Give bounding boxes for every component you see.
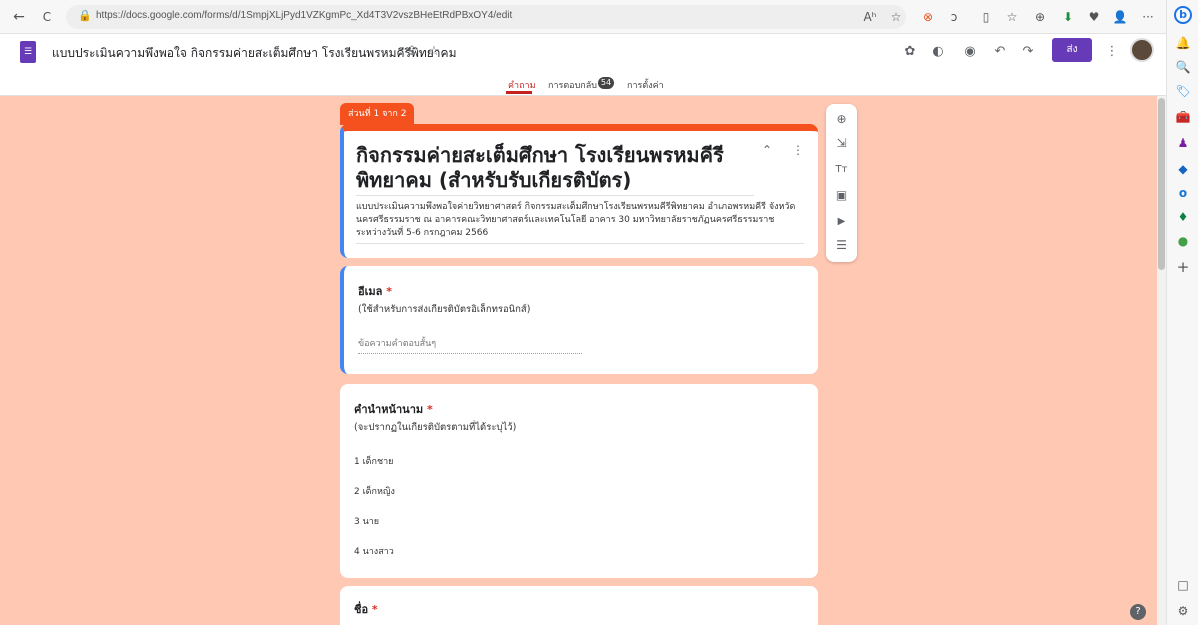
add-question-icon[interactable]: ⊕ [832, 110, 851, 129]
redo-icon[interactable]: ↷ [1018, 42, 1038, 62]
star-icon[interactable]: ☆ [424, 42, 444, 62]
option-item[interactable]: 2 เด็กหญิง [354, 484, 395, 498]
title-underline [356, 195, 754, 196]
required-marker: * [371, 603, 378, 616]
drop-icon[interactable]: ♦ [1174, 208, 1192, 226]
description-underline [356, 243, 804, 244]
addons-icon[interactable]: ✿ [900, 42, 920, 62]
tab-settings[interactable]: การตั้งค่า [627, 78, 664, 92]
add-image-icon[interactable]: ▣ [832, 186, 851, 205]
read-aloud-icon[interactable]: Aʰ [862, 9, 878, 25]
shopping-icon[interactable]: 🏷 [1174, 82, 1192, 100]
refresh-icon[interactable]: C [38, 8, 56, 26]
question-title: คำนำหน้านาม * [354, 400, 433, 418]
option-item[interactable]: 3 นาย [354, 514, 379, 528]
scrollbar[interactable] [1157, 96, 1166, 625]
forms-logo-icon[interactable]: ☰ [20, 41, 36, 63]
collapse-icon[interactable]: ⌃ [762, 143, 772, 157]
question-card-first-name[interactable]: ชื่อ * [340, 586, 818, 625]
more-options-icon[interactable]: ⋮ [1102, 42, 1122, 62]
heart-icon[interactable]: ♥ [1086, 9, 1102, 25]
question-title: อีเมล * [358, 282, 392, 300]
tools-icon[interactable]: 🧰 [1174, 108, 1192, 126]
games-icon[interactable]: ♟ [1174, 134, 1192, 152]
tab-questions[interactable]: คำถาม [508, 78, 536, 92]
section-more-icon[interactable]: ⋮ [792, 143, 804, 157]
outlook-icon[interactable]: o [1174, 184, 1192, 202]
question-card-email[interactable]: อีเมล * (ใช้สำหรับการส่งเกียรติบัตรอิเล็… [340, 266, 818, 374]
hide-sidebar-icon[interactable]: □ [1174, 576, 1192, 594]
favorite-star-icon[interactable]: ☆ [888, 9, 904, 25]
scrollbar-thumb[interactable] [1158, 98, 1165, 270]
form-canvas: ส่วนที่ 1 จาก 2 กิจกรรมค่ายสะเต็มศึกษา โ… [0, 96, 1157, 625]
profile-icon[interactable]: 👤 [1112, 9, 1128, 25]
edge-sidebar: b 🔔 🔍 🏷 🧰 ♟ ◆ o ♦ ● + □ ⚙ [1166, 0, 1198, 625]
avatar[interactable] [1130, 38, 1154, 62]
add-section-icon[interactable]: ☰ [832, 236, 851, 255]
option-item[interactable]: 4 นางสาว [354, 544, 394, 558]
question-help-text: (ใช้สำหรับการส่งเกียรติบัตรอิเล็กทรอนิกส… [358, 304, 531, 315]
move-to-folder-icon[interactable]: ⇪ [402, 42, 422, 62]
section-label: ส่วนที่ 1 จาก 2 [340, 103, 414, 125]
preview-icon[interactable]: ◉ [960, 42, 980, 62]
question-card-title-prefix[interactable]: คำนำหน้านาม * (จะปรากฏในเกียรติบัตรตามที… [340, 384, 818, 578]
add-title-icon[interactable]: Tт [832, 160, 851, 179]
address-bar[interactable]: 🔒 https://docs.google.com/forms/d/1SmpjX… [66, 5, 906, 29]
import-questions-icon[interactable]: ⇲ [832, 134, 851, 153]
downloads-icon[interactable]: ⬇ [1060, 9, 1076, 25]
tab-responses[interactable]: การตอบกลับ [548, 78, 597, 92]
active-tab-indicator [506, 91, 532, 94]
question-help-text: (จะปรากฏในเกียรติบัตรตามที่ได้ระบุไว้) [354, 422, 517, 433]
undo-icon[interactable]: ↶ [990, 42, 1010, 62]
notifications-icon[interactable]: 🔔 [1174, 34, 1192, 52]
settings-icon[interactable]: ⚙ [1174, 602, 1192, 620]
short-answer-field[interactable]: ข้อความคำตอบสั้นๆ [358, 336, 582, 354]
required-marker: * [386, 285, 392, 298]
search-icon[interactable]: 🔍 [1174, 58, 1192, 76]
document-title[interactable]: แบบประเมินความพึงพอใจ กิจกรรมค่ายสะเต็มศ… [52, 44, 456, 63]
bing-chat-icon[interactable]: b [1174, 6, 1192, 24]
split-screen-icon[interactable]: ▯ [978, 9, 994, 25]
floating-toolbar: ⊕ ⇲ Tт ▣ ▶ ☰ [826, 104, 857, 262]
extension-icon[interactable]: ⊗ [920, 9, 936, 25]
form-title[interactable]: กิจกรรมค่ายสะเต็มศึกษา โรงเรียนพรหมคีรีพ… [356, 143, 746, 193]
option-item[interactable]: 1 เด็กชาย [354, 454, 393, 468]
required-marker: * [426, 403, 433, 416]
form-title-card[interactable]: กิจกรรมค่ายสะเต็มศึกษา โรงเรียนพรหมคีรีพ… [340, 124, 818, 258]
question-title-text: อีเมล [358, 285, 383, 298]
lock-icon: 🔒 [78, 9, 92, 22]
question-title-text: คำนำหน้านาม [354, 403, 424, 416]
favorites-icon[interactable]: ☆ [1004, 9, 1020, 25]
collections-icon[interactable]: ⊕ [1032, 9, 1048, 25]
responses-count-badge: 54 [598, 77, 614, 89]
forms-header: ☰ แบบประเมินความพึงพอใจ กิจกรรมค่ายสะเต็… [0, 34, 1166, 96]
more-icon[interactable]: ··· [1140, 9, 1156, 25]
form-description[interactable]: แบบประเมินความพึงพอใจค่ายวิทยาศาสตร์ กิจ… [356, 201, 796, 240]
add-video-icon[interactable]: ▶ [832, 212, 851, 231]
spotify-icon[interactable]: ● [1174, 232, 1192, 250]
customize-theme-icon[interactable]: ◐ [928, 42, 948, 62]
help-icon[interactable]: ? [1130, 604, 1146, 620]
microsoft-365-icon[interactable]: ◆ [1174, 160, 1192, 178]
send-button[interactable]: ส่ง [1052, 38, 1092, 62]
add-icon[interactable]: + [1174, 258, 1192, 276]
extension-2-icon[interactable]: ↄ [946, 9, 962, 25]
url-text[interactable]: https://docs.google.com/forms/d/1SmpjXLj… [96, 10, 512, 21]
browser-toolbar: ← C 🔒 https://docs.google.com/forms/d/1S… [0, 0, 1166, 34]
question-title: ชื่อ * [354, 600, 378, 618]
question-title-text: ชื่อ [354, 603, 369, 616]
back-icon[interactable]: ← [10, 8, 28, 26]
